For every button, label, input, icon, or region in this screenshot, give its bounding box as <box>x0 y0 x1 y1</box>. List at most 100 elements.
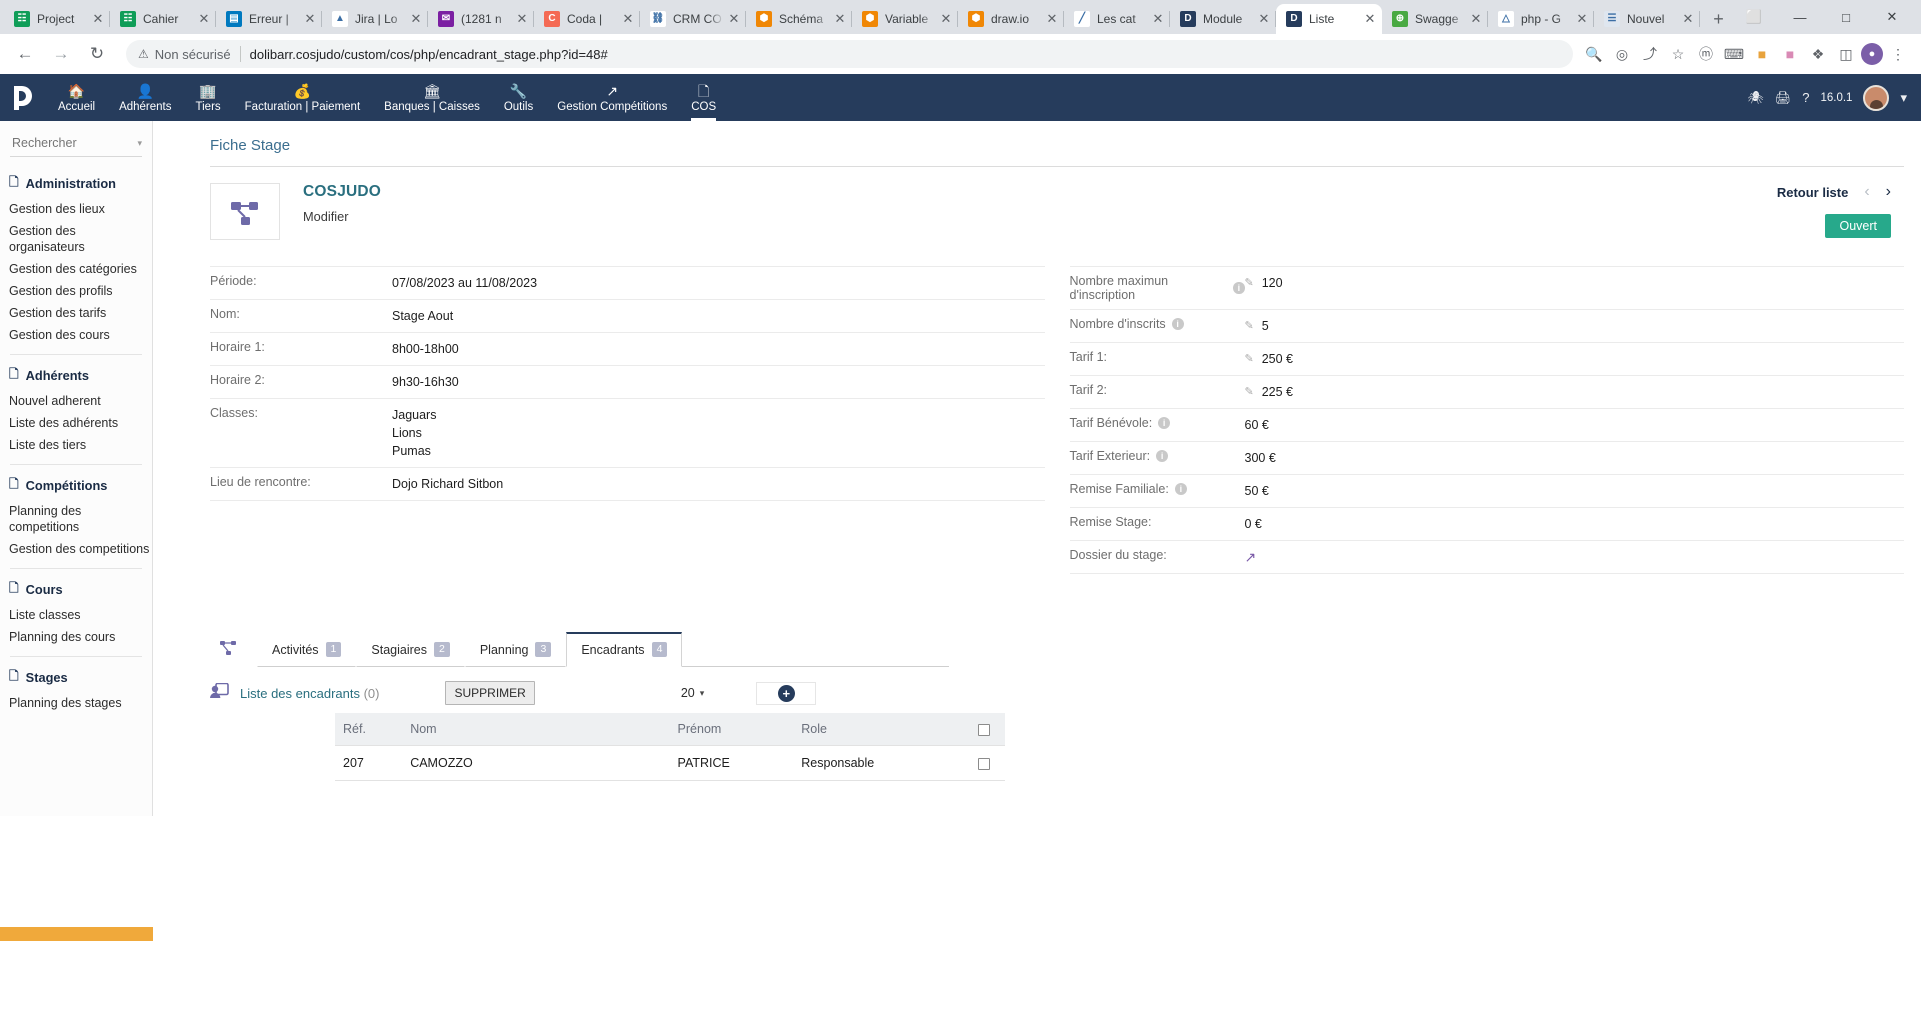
browser-tab[interactable]: ⛓ CRM CO ✕ <box>640 4 746 34</box>
search-input[interactable] <box>10 135 125 151</box>
sidebar-item-liste-classes[interactable]: Liste classes <box>0 604 152 626</box>
browser-tab[interactable]: ╱ Les cat ✕ <box>1064 4 1170 34</box>
top-menu-item-tiers[interactable]: 🏢 Tiers <box>184 74 233 121</box>
dolibarr-logo-icon[interactable] <box>0 74 46 121</box>
close-icon[interactable]: ✕ <box>514 11 530 27</box>
browser-tab[interactable]: D Liste ✕ <box>1276 4 1382 34</box>
sidebar-group-header[interactable]: 🗋 Stages <box>0 657 152 692</box>
tab-stagiaires[interactable]: Stagiaires 2 <box>356 633 465 667</box>
reload-icon[interactable]: ↻ <box>82 39 112 69</box>
edit-pencil-icon[interactable]: ✎ <box>1245 317 1254 335</box>
window-restore-button[interactable]: ⬜ <box>1731 0 1777 34</box>
close-icon[interactable]: ✕ <box>832 11 848 27</box>
info-icon[interactable]: i <box>1156 450 1169 462</box>
sidebar-group-header[interactable]: 🗋 Cours <box>0 569 152 604</box>
sidepanel-icon[interactable]: ◫ <box>1833 41 1859 67</box>
info-icon[interactable]: i <box>1171 318 1184 330</box>
close-icon[interactable]: ✕ <box>620 11 636 27</box>
top-menu-item-banques-caisses[interactable]: 🏛 Banques | Caisses <box>372 74 492 121</box>
address-bar[interactable]: ⚠ Non sécurisé dolibarr.cosjudo/custom/c… <box>126 40 1573 68</box>
window-maximize-button[interactable]: □ <box>1823 0 1869 34</box>
extension-pink-icon[interactable]: ■ <box>1777 41 1803 67</box>
top-menu-item-adh-rents[interactable]: 👤 Adhérents <box>107 74 183 121</box>
sidebar-search[interactable]: ▾ <box>10 133 142 157</box>
close-icon[interactable]: ✕ <box>726 11 742 27</box>
browser-tab[interactable]: ⬢ Schéma ✕ <box>746 4 852 34</box>
sidebar-item-planning-des-competitions[interactable]: Planning des competitions <box>0 500 152 538</box>
share-icon[interactable]: ⤴ <box>1637 41 1663 67</box>
vpn-icon[interactable]: ⓜ <box>1693 41 1719 67</box>
close-icon[interactable]: ✕ <box>1468 11 1484 27</box>
back-icon[interactable]: ← <box>10 39 40 69</box>
add-encadrant-button[interactable]: + <box>756 681 817 705</box>
sidebar-item-liste-des-tiers[interactable]: Liste des tiers <box>0 434 152 456</box>
browser-tab[interactable]: ▲ Jira | Lo ✕ <box>322 4 428 34</box>
extension-orange-icon[interactable]: ■ <box>1749 41 1775 67</box>
sidebar-item-nouvel-adherent[interactable]: Nouvel adherent <box>0 390 152 412</box>
bug-icon[interactable]: 🕷 <box>1747 90 1764 106</box>
select-all-checkbox[interactable] <box>978 723 990 736</box>
browser-tab[interactable]: ☷ Cahier ✕ <box>110 4 216 34</box>
next-record-icon[interactable]: › <box>1886 183 1891 201</box>
help-icon[interactable]: ? <box>1802 90 1809 105</box>
edit-pencil-icon[interactable]: ✎ <box>1245 383 1254 401</box>
sidebar-item-planning-des-stages[interactable]: Planning des stages <box>0 692 152 714</box>
external-link-icon[interactable]: ↗ <box>1245 548 1257 566</box>
avatar[interactable] <box>1863 84 1890 111</box>
top-menu-item-facturation-paiement[interactable]: 💰 Facturation | Paiement <box>233 74 373 121</box>
browser-tab[interactable]: ☷ Project ✕ <box>4 4 110 34</box>
bookmark-star-icon[interactable]: ☆ <box>1665 41 1691 67</box>
row-checkbox[interactable] <box>978 757 990 770</box>
browser-tab[interactable]: D Module ✕ <box>1170 4 1276 34</box>
puzzle-icon[interactable]: ❖ <box>1805 41 1831 67</box>
browser-tab[interactable]: ☰ Nouvel ✕ <box>1594 4 1700 34</box>
close-icon[interactable]: ✕ <box>90 11 106 27</box>
window-close-button[interactable]: ✕ <box>1869 0 1915 34</box>
close-icon[interactable]: ✕ <box>938 11 954 27</box>
browser-tab[interactable]: ⬢ draw.io ✕ <box>958 4 1064 34</box>
profile-avatar[interactable]: ● <box>1861 43 1883 65</box>
sidebar-group-header[interactable]: 🗋 Administration <box>0 163 152 198</box>
forward-icon[interactable]: → <box>46 39 76 69</box>
per-page-select[interactable]: 20 ▾ <box>681 686 704 700</box>
tab-activit-s[interactable]: Activités 1 <box>257 633 357 667</box>
close-icon[interactable]: ✕ <box>302 11 318 27</box>
sidebar-item-planning-des-cours[interactable]: Planning des cours <box>0 626 152 648</box>
sidebar-item-gestion-des-tarifs[interactable]: Gestion des tarifs <box>0 302 152 324</box>
zoom-icon[interactable]: 🔍 <box>1581 41 1607 67</box>
sidebar-group-header[interactable]: 🗋 Adhérents <box>0 355 152 390</box>
edit-pencil-icon[interactable]: ✎ <box>1245 274 1254 292</box>
close-icon[interactable]: ✕ <box>1150 11 1166 27</box>
chrome-menu-icon[interactable]: ⋮ <box>1885 41 1911 67</box>
info-icon[interactable]: i <box>1158 417 1171 429</box>
browser-tab[interactable]: ✉ (1281 n ✕ <box>428 4 534 34</box>
chevron-down-icon[interactable]: ▾ <box>137 138 142 149</box>
top-menu-item-cos[interactable]: 🗋 COS <box>679 74 728 121</box>
list-title[interactable]: Liste des encadrants (0) <box>240 686 379 701</box>
new-tab-button[interactable]: + <box>1706 5 1731 33</box>
table-row[interactable]: 207 CAMOZZO PATRICE Responsable <box>335 745 1005 781</box>
column-header-nom[interactable]: Nom <box>404 713 672 746</box>
info-icon[interactable]: i <box>1233 282 1245 294</box>
sidebar-item-gestion-des-cat-gories[interactable]: Gestion des catégories <box>0 258 152 280</box>
chevron-down-icon[interactable]: ▾ <box>1900 90 1907 106</box>
location-icon[interactable]: ◎ <box>1609 41 1635 67</box>
close-icon[interactable]: ✕ <box>1680 11 1696 27</box>
prev-record-icon[interactable]: ‹ <box>1864 183 1869 201</box>
browser-tab[interactable]: ⬢ Variable ✕ <box>852 4 958 34</box>
column-header-role[interactable]: Role <box>795 713 964 746</box>
sidebar-item-gestion-des-profils[interactable]: Gestion des profils <box>0 280 152 302</box>
sidebar-item-gestion-des-organisateurs[interactable]: Gestion des organisateurs <box>0 220 152 258</box>
edit-pencil-icon[interactable]: ✎ <box>1245 350 1254 368</box>
window-minimize-button[interactable]: — <box>1777 0 1823 34</box>
sidebar-item-gestion-des-cours[interactable]: Gestion des cours <box>0 324 152 346</box>
top-menu-item-accueil[interactable]: 🏠 Accueil <box>46 74 107 121</box>
delete-button[interactable]: SUPPRIMER <box>445 681 535 705</box>
browser-tab[interactable]: ⊕ Swagge ✕ <box>1382 4 1488 34</box>
column-header-ref[interactable]: Réf. <box>335 713 405 746</box>
browser-tab[interactable]: ▤ Erreur | ✕ <box>216 4 322 34</box>
sidebar-item-gestion-des-lieux[interactable]: Gestion des lieux <box>0 198 152 220</box>
object-modify-link[interactable]: Modifier <box>303 209 381 224</box>
close-icon[interactable]: ✕ <box>408 11 424 27</box>
browser-tab[interactable]: △ php - G ✕ <box>1488 4 1594 34</box>
